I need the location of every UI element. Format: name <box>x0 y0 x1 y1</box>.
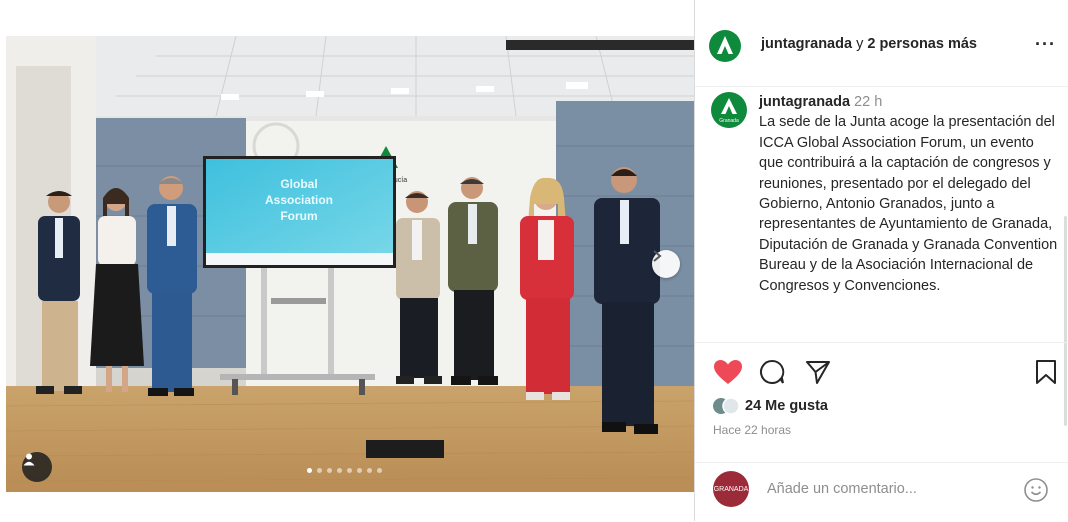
screen-title-1: Global <box>280 177 317 191</box>
liker-avatar-icon <box>713 397 740 415</box>
comment-input[interactable] <box>765 480 1009 498</box>
post-side-panel: juntagranada y 2 personas más ··· Granad… <box>694 0 1068 521</box>
carousel-dot <box>357 468 362 473</box>
save-bookmark-icon[interactable] <box>1035 359 1057 385</box>
carousel-dot <box>377 468 382 473</box>
instagram-post-modal: Andalucía Global Association Forum <box>0 0 1068 521</box>
likes-count[interactable]: 24 Me gusta <box>745 398 828 414</box>
posted-time: Hace 22 horas <box>713 423 792 437</box>
comment-icon[interactable] <box>759 359 785 385</box>
carousel-dot <box>337 468 342 473</box>
caption-block: Granada juntagranada 22 h La sede de la J… <box>695 86 1068 426</box>
share-send-icon[interactable] <box>805 359 831 385</box>
carousel-dot <box>327 468 332 473</box>
photo-scene: Andalucía Global Association Forum <box>6 36 694 492</box>
more-horizontal-icon: ··· <box>1035 34 1056 54</box>
liker-avatars <box>713 397 740 415</box>
commenter-avatar-label: GRANADA <box>713 485 749 493</box>
caption-time: 22 h <box>854 94 883 110</box>
header-owner-line: juntagranada y 2 personas más <box>761 36 977 52</box>
carousel-dot <box>347 468 352 473</box>
top-strip <box>0 0 694 36</box>
user-icon <box>23 453 35 466</box>
like-heart-icon[interactable] <box>713 359 743 385</box>
caption-text-wrap: juntagranada 22 h La sede de la Junta aco… <box>759 92 1059 296</box>
post-actions: 24 Me gusta Hace 22 horas <box>695 342 1068 463</box>
carousel-indicator <box>307 468 382 473</box>
comment-bar: GRANADA <box>695 462 1068 522</box>
post-photo[interactable]: Andalucía Global Association Forum <box>6 36 694 492</box>
caption-username[interactable]: juntagranada <box>759 94 850 110</box>
avatar-label: Granada <box>719 118 739 124</box>
emoji-icon[interactable] <box>1023 477 1049 503</box>
commenter-avatar: GRANADA <box>713 471 749 507</box>
post-header: juntagranada y 2 personas más ··· <box>695 0 1068 87</box>
tagged-users-button[interactable] <box>22 452 52 482</box>
carousel-dot <box>317 468 322 473</box>
next-photo-button[interactable] <box>652 250 680 278</box>
screen-title-3: Forum <box>280 209 317 223</box>
chevron-right-icon <box>653 250 662 262</box>
caption-avatar[interactable]: Granada <box>711 92 747 128</box>
more-options-button[interactable]: ··· <box>1035 34 1056 55</box>
carousel-dot <box>307 468 312 473</box>
screen-title-2: Association <box>265 193 333 207</box>
header-username[interactable]: juntagranada <box>761 36 852 52</box>
header-connector: y <box>856 36 864 52</box>
carousel-dot <box>367 468 372 473</box>
profile-avatar[interactable] <box>709 30 741 62</box>
caption-text: La sede de la Junta acoge la presentació… <box>759 114 1058 294</box>
likes-row[interactable]: 24 Me gusta <box>713 397 828 415</box>
header-coauthors-link[interactable]: 2 personas más <box>867 36 977 52</box>
